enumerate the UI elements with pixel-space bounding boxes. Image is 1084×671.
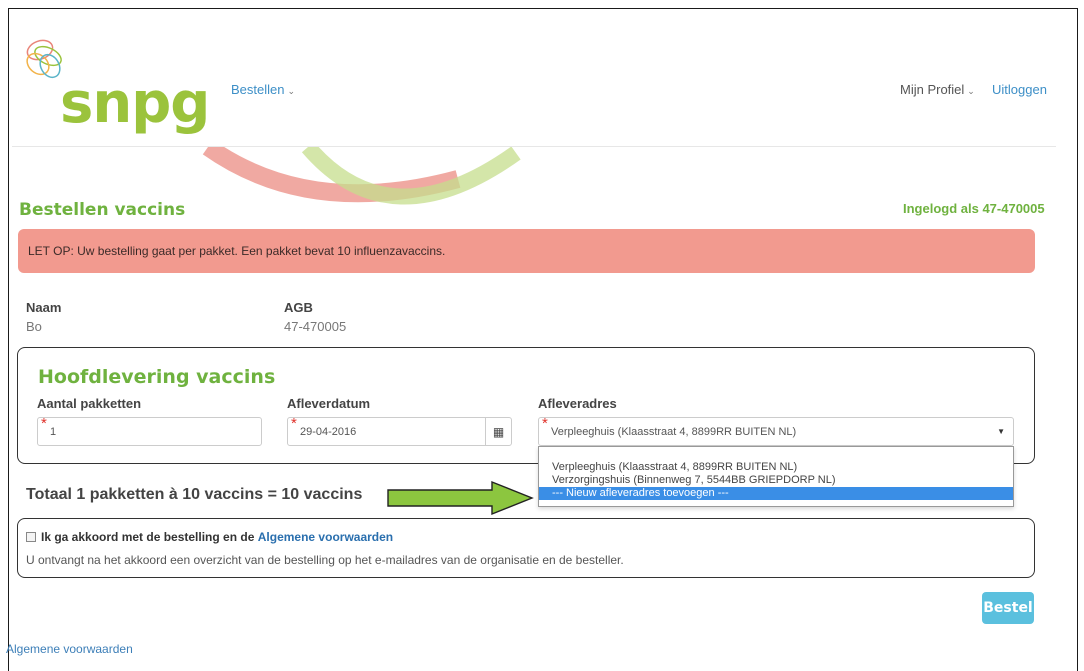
logo[interactable]: snpg (60, 76, 210, 132)
page-title: Bestellen vaccins (19, 200, 186, 220)
nav-profiel-label: Mijn Profiel (900, 82, 965, 97)
footer-terms-link[interactable]: Algemene voorwaarden (6, 642, 133, 656)
dropdown-arrow-icon: ▼ (997, 427, 1005, 436)
naam-label: Naam (26, 300, 62, 315)
datum-input[interactable]: * 29-04-2016 ▦ (287, 415, 512, 446)
nav-uitloggen[interactable]: Uitloggen (992, 82, 1047, 97)
alert-notice: LET OP: Uw bestelling gaat per pakket. E… (18, 229, 1035, 273)
required-icon: * (291, 415, 297, 432)
agb-value: 47-470005 (284, 319, 347, 334)
aantal-value: 1 (50, 425, 57, 438)
datum-label: Afleverdatum (287, 396, 371, 411)
required-icon: * (542, 415, 548, 432)
alert-text: LET OP: Uw bestelling gaat per pakket. E… (28, 244, 446, 258)
total-summary: Totaal 1 pakketten à 10 vaccins = 10 vac… (26, 486, 363, 503)
aantal-label: Aantal pakketten (37, 396, 142, 411)
decorative-swoosh-icon (202, 147, 521, 205)
adres-select[interactable]: * Verpleeghuis (Klaasstraat 4, 8899RR BU… (538, 415, 1014, 446)
aantal-input[interactable]: * 1 (37, 415, 262, 446)
agb-label: AGB (284, 300, 313, 315)
nav-bestellen[interactable]: Bestellen ⌄ (231, 82, 295, 97)
terms-link[interactable]: Algemene voorwaarden (258, 530, 393, 544)
adres-value: Verpleeghuis (Klaasstraat 4, 8899RR BUIT… (551, 425, 797, 438)
bestel-button[interactable]: Bestel (982, 592, 1034, 624)
logged-in-label: Ingelogd als 47-470005 (903, 201, 1045, 216)
panel-title: Hoofdlevering vaccins (38, 366, 276, 388)
chevron-down-icon: ⌄ (967, 86, 975, 96)
naam-value: Bo (26, 319, 42, 334)
agreement-checkbox-row[interactable]: Ik ga akkoord met de bestelling en de Al… (26, 530, 393, 544)
chevron-down-icon: ⌄ (287, 86, 296, 96)
calendar-icon[interactable]: ▦ (485, 418, 511, 445)
adres-option[interactable]: Verpleeghuis (Klaasstraat 4, 8899RR BUIT… (539, 461, 1013, 474)
required-icon: * (41, 415, 47, 432)
agreement-checkbox[interactable] (26, 532, 36, 542)
datum-value: 29-04-2016 (300, 425, 357, 438)
nav-bestellen-label: Bestellen (231, 82, 285, 97)
adres-dropdown: Verpleeghuis (Klaasstraat 4, 8899RR BUIT… (538, 446, 1014, 507)
agreement-note: U ontvangt na het akkoord een overzicht … (26, 553, 624, 567)
adres-option[interactable]: Verzorgingshuis (Binnenweg 7, 5544BB GRI… (539, 474, 1013, 487)
nav-profiel[interactable]: Mijn Profiel ⌄ (900, 82, 975, 97)
agreement-label: Ik ga akkoord met de bestelling en de (41, 530, 255, 544)
agreement-panel (17, 518, 1035, 578)
adres-label: Afleveradres (538, 396, 617, 411)
pointer-arrow-icon (387, 480, 534, 516)
adres-option-new[interactable]: --- Nieuw afleveradres toevoegen --- (539, 487, 1013, 500)
